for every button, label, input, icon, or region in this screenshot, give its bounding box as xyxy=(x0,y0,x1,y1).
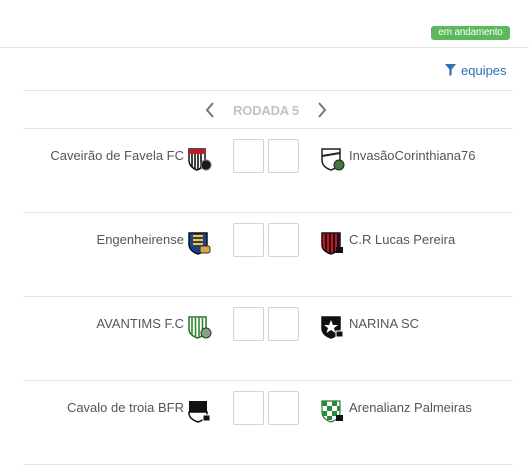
home-score-input[interactable] xyxy=(233,139,264,173)
home-team-crest-icon xyxy=(186,230,212,256)
divider xyxy=(23,464,513,465)
home-score-input[interactable] xyxy=(233,223,264,257)
divider xyxy=(23,90,513,91)
round-navigation: RODADA 5 xyxy=(203,100,329,120)
match-row: Caveirão de Favela FC InvasãoCorinthiana… xyxy=(0,128,529,212)
filter-label: equipes xyxy=(461,62,507,78)
home-team-crest-icon xyxy=(186,398,212,424)
away-team-name: C.R Lucas Pereira xyxy=(349,232,456,247)
home-team-crest-icon xyxy=(186,146,212,172)
next-round-button[interactable] xyxy=(315,100,329,120)
chevron-right-icon xyxy=(318,102,327,118)
status-badge: em andamento xyxy=(431,26,510,40)
away-score-input[interactable] xyxy=(268,391,299,425)
home-team-name: AVANTIMS F.C xyxy=(96,316,184,331)
chevron-left-icon xyxy=(205,102,214,118)
away-score-input[interactable] xyxy=(268,223,299,257)
match-row: Cavalo de troia BFR Arenalianz Palmeiras xyxy=(0,380,529,464)
home-score-input[interactable] xyxy=(233,391,264,425)
match-row: Engenheirense C.R Lucas Pereira xyxy=(0,212,529,296)
away-team-crest-icon xyxy=(319,146,345,172)
match-row: AVANTIMS F.C NARINA SC xyxy=(0,296,529,380)
away-team-crest-icon xyxy=(319,314,345,340)
away-score-input[interactable] xyxy=(268,307,299,341)
away-team-crest-icon xyxy=(319,398,345,424)
home-team-crest-icon xyxy=(186,314,212,340)
home-team-name: Caveirão de Favela FC xyxy=(50,148,184,163)
away-score-input[interactable] xyxy=(268,139,299,173)
away-team-name: Arenalianz Palmeiras xyxy=(349,400,472,415)
filter-teams-link[interactable]: equipes xyxy=(445,62,507,78)
away-team-name: NARINA SC xyxy=(349,316,420,331)
prev-round-button[interactable] xyxy=(203,100,217,120)
away-team-name: InvasãoCorinthiana76 xyxy=(349,148,476,163)
round-label: RODADA 5 xyxy=(233,102,299,118)
away-team-crest-icon xyxy=(319,230,345,256)
divider xyxy=(0,47,529,48)
home-team-name: Engenheirense xyxy=(96,232,184,247)
filter-icon xyxy=(445,64,456,76)
home-score-input[interactable] xyxy=(233,307,264,341)
home-team-name: Cavalo de troia BFR xyxy=(66,400,184,415)
